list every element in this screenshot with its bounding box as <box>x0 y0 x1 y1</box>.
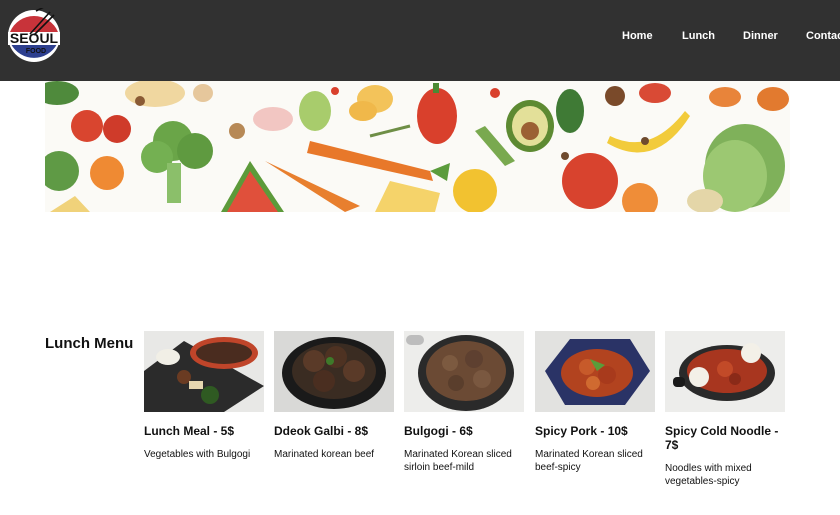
bulgogi-photo-icon <box>404 331 524 412</box>
menu-item-name: Spicy Cold Noodle - 7$ <box>665 424 779 452</box>
menu-item-description: Marinated Korean sliced sirloin beef-mil… <box>404 449 512 473</box>
spicy-pork-photo-icon <box>535 331 655 412</box>
vegetables-illustration-icon <box>45 81 790 212</box>
nav-dinner[interactable]: Dinner <box>743 30 778 42</box>
menu-item-description: Vegetables with Bulgogi <box>144 449 251 460</box>
nav-home[interactable]: Home <box>622 30 653 42</box>
menu-item[interactable]: Lunch Meal - 5$ Vegetables with Bulgogi <box>144 331 265 462</box>
lunch-menu-title: Lunch Menu <box>45 335 134 352</box>
menu-item[interactable]: Ddeok Galbi - 8$ Marinated korean beef <box>274 331 395 462</box>
main-nav: Home Lunch Dinner Contact <box>0 30 840 44</box>
menu-item[interactable]: Spicy Cold Noodle - 7$ Noodles with mixe… <box>665 331 786 488</box>
nav-contact[interactable]: Contact <box>806 30 840 42</box>
lunch-meal-photo-icon <box>144 331 264 412</box>
menu-item-description: Marinated Korean sliced beef-spicy <box>535 449 643 473</box>
menu-item[interactable]: Spicy Pork - 10$ Marinated Korean sliced… <box>535 331 656 474</box>
spicy-cold-noodle-photo-icon <box>665 331 785 412</box>
menu-item-name: Bulgogi - 6$ <box>404 424 473 438</box>
menu-item-name: Lunch Meal - 5$ <box>144 424 235 438</box>
menu-item-name: Ddeok Galbi - 8$ <box>274 424 369 438</box>
menu-item-description: Noodles with mixed vegetables-spicy <box>665 463 752 487</box>
svg-text:FOOD: FOOD <box>26 48 46 55</box>
ddeok-galbi-photo-icon <box>274 331 394 412</box>
site-header: SEOUL FOOD Home Lunch Dinner Contact <box>0 0 840 81</box>
menu-item[interactable]: Bulgogi - 6$ Marinated Korean sliced sir… <box>404 331 525 474</box>
menu-item-description: Marinated korean beef <box>274 449 375 460</box>
nav-lunch[interactable]: Lunch <box>682 30 715 42</box>
vegetables-banner <box>45 81 790 212</box>
menu-item-name: Spicy Pork - 10$ <box>535 424 628 438</box>
